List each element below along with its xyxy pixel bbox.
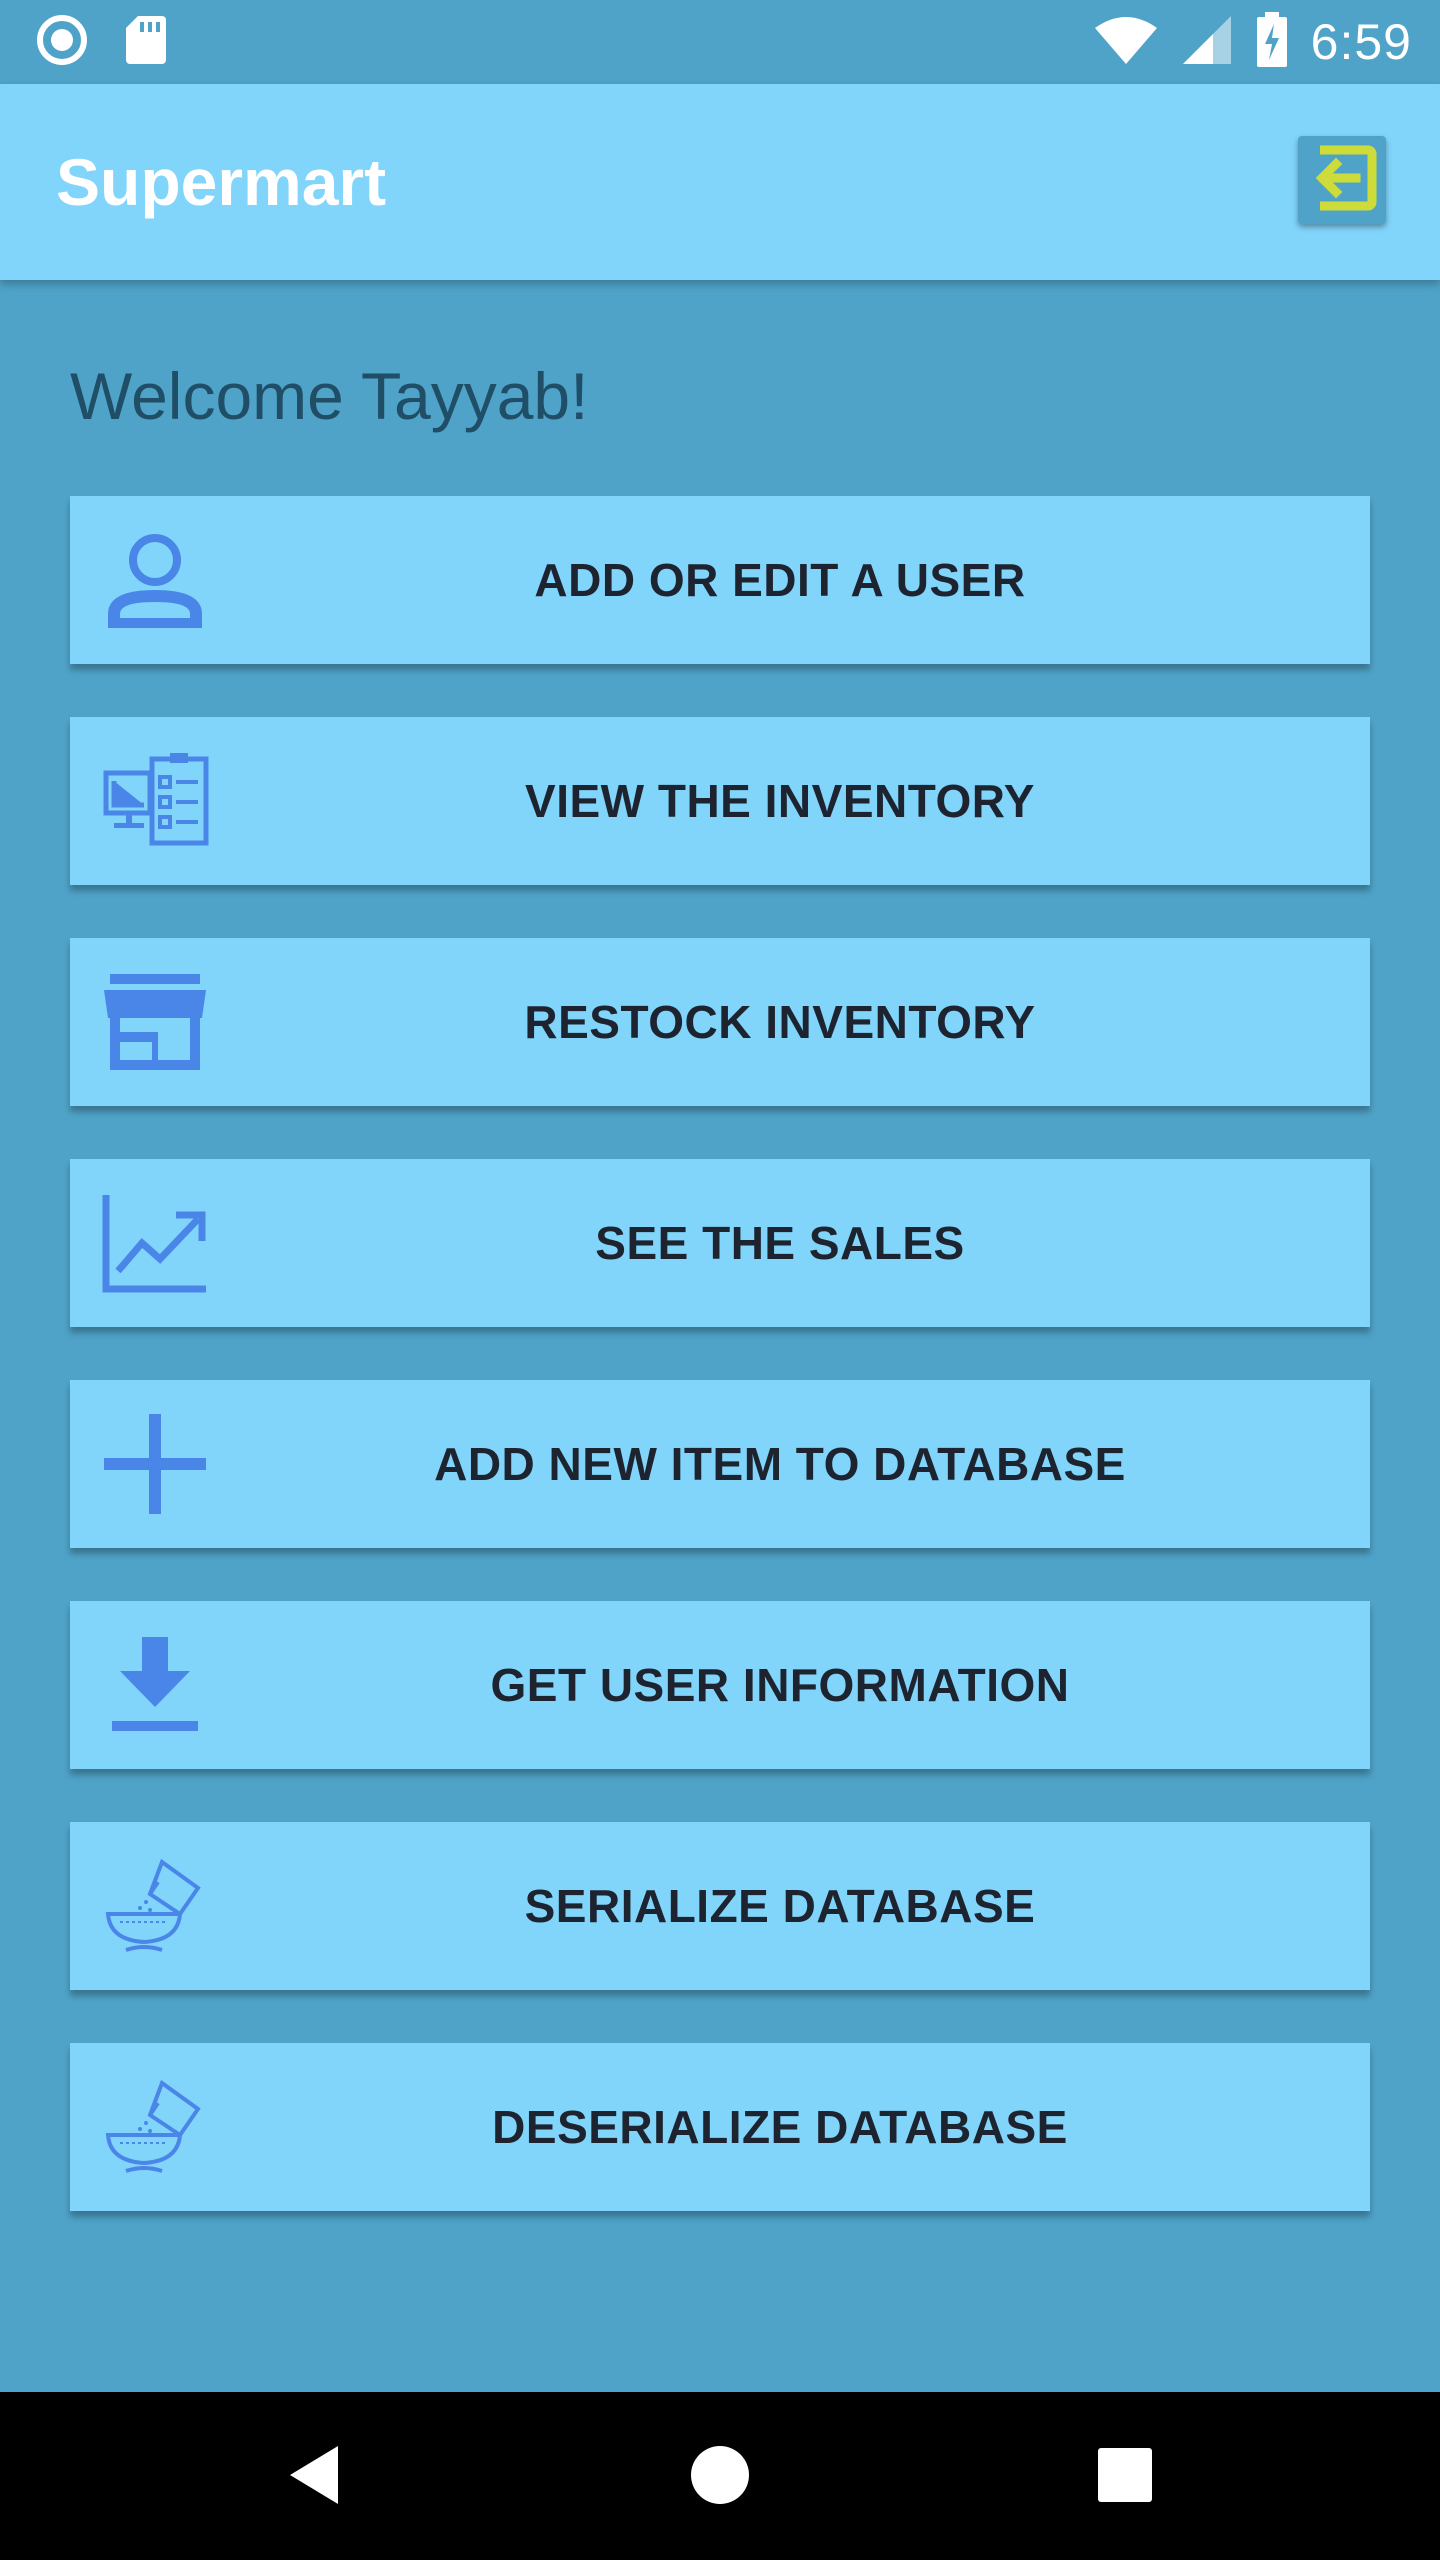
recents-button[interactable]: [1080, 2432, 1170, 2522]
signal-icon: [1181, 14, 1233, 71]
store-icon: [100, 972, 210, 1072]
get-user-information-button[interactable]: GET USER INFORMATION: [70, 1601, 1370, 1769]
status-bar: 6:59: [0, 0, 1440, 84]
add-new-item-button[interactable]: ADD NEW ITEM TO DATABASE: [70, 1380, 1370, 1548]
restock-inventory-button[interactable]: RESTOCK INVENTORY: [70, 938, 1370, 1106]
menu-label: RESTOCK INVENTORY: [524, 996, 1036, 1048]
home-button[interactable]: [675, 2432, 765, 2522]
chart-trend-icon: [100, 1193, 210, 1293]
menu-label: SEE THE SALES: [595, 1217, 965, 1269]
wifi-icon: [1093, 14, 1159, 71]
battery-charging-icon: [1255, 11, 1289, 73]
add-edit-user-button[interactable]: ADD OR EDIT A USER: [70, 496, 1370, 664]
menu-label: ADD NEW ITEM TO DATABASE: [434, 1438, 1126, 1490]
plus-icon: [100, 1414, 210, 1514]
inventory-icon: [100, 751, 210, 851]
deserialize-database-button[interactable]: DESERIALIZE DATABASE: [70, 2043, 1370, 2211]
view-inventory-button[interactable]: VIEW THE INVENTORY: [70, 717, 1370, 885]
clock: 6:59: [1310, 14, 1412, 70]
menu-label: DESERIALIZE DATABASE: [492, 2101, 1068, 2153]
back-icon: [280, 2440, 350, 2515]
serialize-database-button[interactable]: SERIALIZE DATABASE: [70, 1822, 1370, 1990]
recents-icon: [1090, 2440, 1160, 2515]
back-button[interactable]: [270, 2432, 360, 2522]
menu-label: ADD OR EDIT A USER: [534, 554, 1026, 606]
app-title: Supermart: [56, 145, 387, 219]
user-icon: [100, 530, 210, 630]
menu-label: VIEW THE INVENTORY: [525, 775, 1035, 827]
see-sales-button[interactable]: SEE THE SALES: [70, 1159, 1370, 1327]
pour-bowl-icon: [100, 2077, 210, 2177]
welcome-text: Welcome Tayyab!: [70, 359, 589, 433]
menu-label: SERIALIZE DATABASE: [524, 1880, 1036, 1932]
logout-icon: [1306, 142, 1378, 219]
menu-label: GET USER INFORMATION: [490, 1659, 1070, 1711]
download-icon: [100, 1635, 210, 1735]
navigation-bar: [0, 2392, 1440, 2560]
sd-card-icon: [124, 14, 168, 71]
home-icon: [685, 2440, 755, 2515]
logout-button[interactable]: [1298, 136, 1386, 224]
app-bar: Supermart: [0, 84, 1440, 280]
circle-record-icon: [36, 14, 88, 71]
pour-bowl-icon: [100, 1856, 210, 1956]
